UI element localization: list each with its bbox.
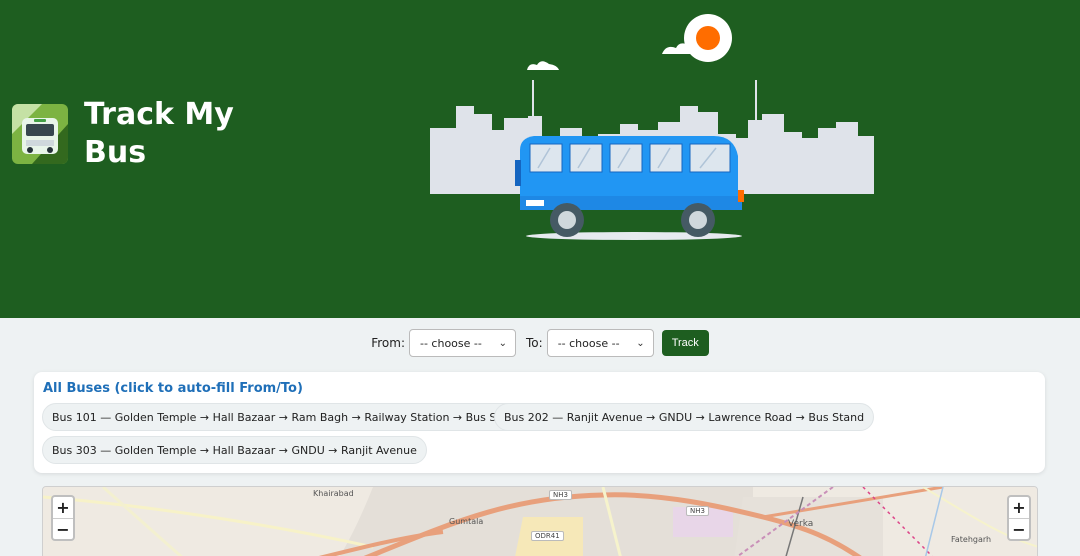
zoom-out-button[interactable]: − <box>1009 518 1029 539</box>
map-place-label: Verka <box>788 519 814 529</box>
from-select-value: -- choose -- <box>420 336 482 350</box>
app-logo-icon <box>12 104 68 164</box>
from-select[interactable]: -- choose -- ⌄ <box>409 329 516 357</box>
zoom-control-right: + − <box>1007 495 1031 541</box>
road-shield: ODR41 <box>531 531 564 541</box>
to-label: To: <box>526 336 543 350</box>
all-buses-title: All Buses (click to auto-fill From/To) <box>43 381 303 396</box>
route-search: From: -- choose -- ⌄ To: -- choose -- ⌄ … <box>0 328 1080 358</box>
bus-city-illustration <box>420 10 890 250</box>
all-buses-panel: All Buses (click to auto-fill From/To) B… <box>34 372 1045 473</box>
zoom-out-button[interactable]: − <box>53 518 73 539</box>
bus-chip-202[interactable]: Bus 202 — Ranjit Avenue → GNDU → Lawrenc… <box>494 403 875 431</box>
brand: Track My Bus <box>12 96 234 172</box>
hero-banner: Track My Bus <box>0 0 1080 318</box>
route-map[interactable]: Khairabad Gumtala Verka Fatehgarh NH3 NH… <box>42 486 1038 556</box>
road-shield: NH3 <box>686 506 709 516</box>
chevron-down-icon: ⌄ <box>498 337 507 349</box>
to-select[interactable]: -- choose -- ⌄ <box>546 329 654 357</box>
from-label: From: <box>371 336 405 350</box>
zoom-in-button[interactable]: + <box>53 497 73 518</box>
road-shield: NH3 <box>549 490 572 500</box>
map-place-label: Fatehgarh <box>951 535 992 544</box>
app-title: Track My Bus <box>84 97 234 170</box>
bus-chip-303[interactable]: Bus 303 — Golden Temple → Hall Bazaar → … <box>42 436 427 464</box>
map-place-label: Khairabad <box>313 489 354 498</box>
zoom-control-left: + − <box>51 495 75 541</box>
to-select-value: -- choose -- <box>557 336 620 350</box>
map-tiles <box>43 487 1037 556</box>
chevron-down-icon: ⌄ <box>636 337 645 349</box>
map-place-label: Gumtala <box>449 517 484 526</box>
zoom-in-button[interactable]: + <box>1009 497 1029 518</box>
bus-chip-101[interactable]: Bus 101 — Golden Temple → Hall Bazaar → … <box>42 403 532 431</box>
track-button[interactable]: Track <box>661 330 709 356</box>
